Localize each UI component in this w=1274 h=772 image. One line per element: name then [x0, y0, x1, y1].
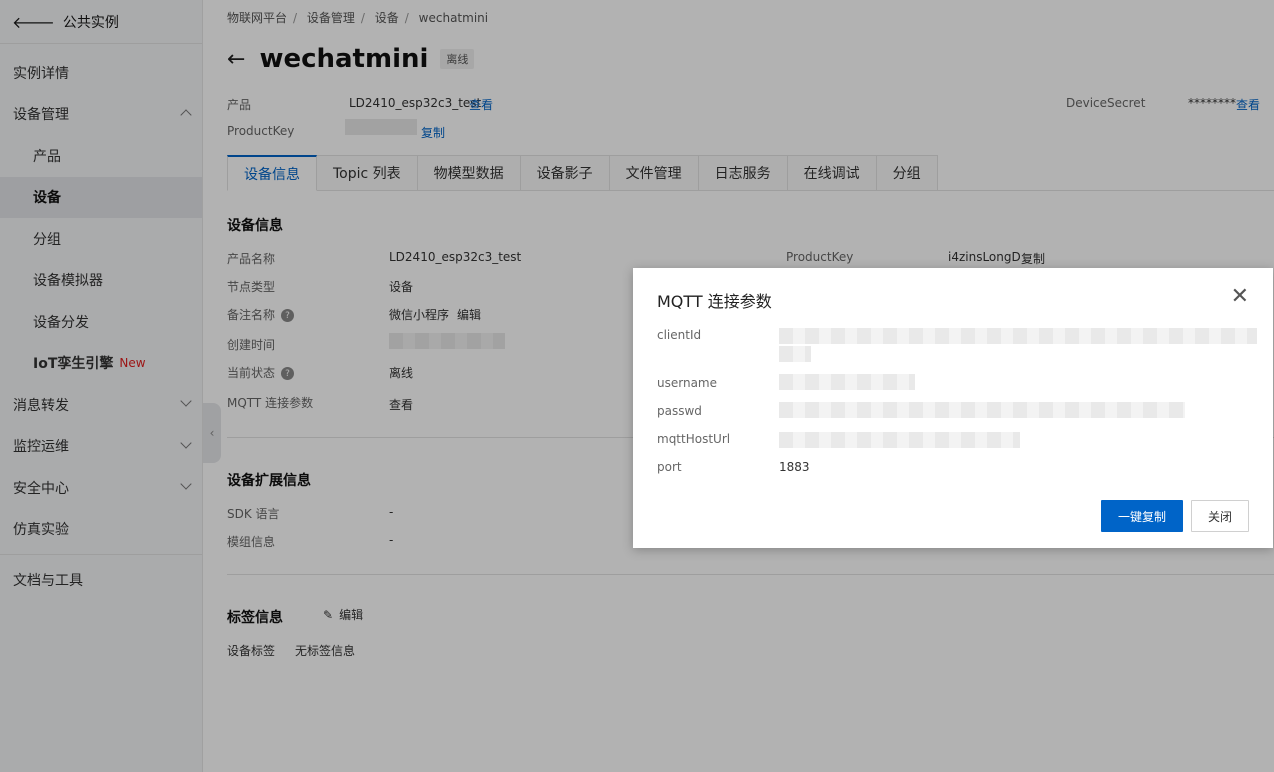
field-value-username[interactable]	[779, 374, 915, 390]
close-button[interactable]: 关闭	[1191, 500, 1249, 532]
masked-value	[779, 346, 811, 362]
masked-value	[779, 328, 1257, 344]
field-value-port[interactable]: 1883	[779, 460, 810, 474]
dialog-title: MQTT 连接参数	[657, 292, 772, 311]
field-value-clientid[interactable]	[779, 328, 1257, 362]
masked-value	[779, 432, 1020, 448]
field-value-passwd[interactable]	[779, 402, 1185, 418]
close-icon[interactable]: ✕	[1231, 286, 1249, 308]
field-label-clientid: clientId	[657, 328, 702, 342]
field-value-mqtthosturl[interactable]	[779, 432, 1020, 448]
field-label-port: port	[657, 460, 682, 474]
field-label-username: username	[657, 376, 717, 390]
field-label-mqtthosturl: mqttHostUrl	[657, 432, 731, 446]
masked-value	[779, 402, 1185, 418]
field-label-passwd: passwd	[657, 404, 702, 418]
masked-value	[779, 374, 915, 390]
mqtt-params-dialog: MQTT 连接参数 ✕ clientId username passwd mqt…	[633, 268, 1273, 548]
copy-all-button[interactable]: 一键复制	[1101, 500, 1183, 532]
